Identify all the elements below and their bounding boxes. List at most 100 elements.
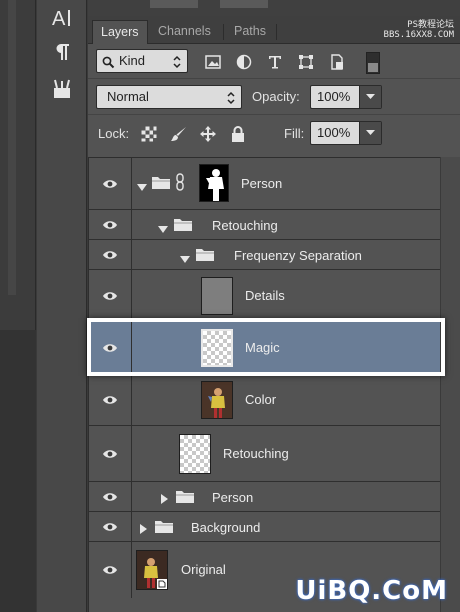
dock-strip [8, 0, 16, 295]
divider [88, 114, 460, 115]
layer-name[interactable]: Original [181, 562, 226, 578]
opacity-field[interactable]: 100% [310, 85, 382, 109]
fill-label: Fill: [284, 126, 305, 141]
lock-pixels-icon[interactable] [170, 125, 188, 143]
opacity-dropdown-button[interactable] [359, 86, 381, 108]
watermark-top-line1: PS教程论坛 [407, 20, 454, 30]
pixel-filter-icon[interactable] [204, 53, 222, 71]
visibility-eye-icon[interactable] [89, 270, 132, 321]
layer-row-magic[interactable]: Magic [89, 322, 440, 374]
type-tool-icon[interactable]: A [48, 4, 76, 32]
visibility-eye-icon[interactable] [89, 374, 132, 425]
layer-name[interactable]: Person [241, 176, 282, 192]
tab-channels[interactable]: Channels [150, 20, 219, 44]
watermark-bottom: UiBQ.CoM [295, 576, 448, 606]
layers-panel: Layers Channels Paths PS教程论坛 BBS.16XX8.C… [88, 0, 460, 612]
layer-name[interactable]: Retouching [212, 218, 278, 234]
kind-filter-select[interactable]: Kind [96, 49, 188, 73]
layer-row-person-group[interactable]: Person [89, 158, 440, 210]
visibility-eye-icon[interactable] [89, 158, 132, 209]
left-dock [0, 0, 36, 612]
expand-triangle-icon[interactable] [137, 179, 147, 197]
collapsed-panel-b[interactable] [220, 0, 268, 8]
watermark-top-line2: BBS.16XX8.COM [383, 30, 454, 40]
tool-strip: A [37, 0, 87, 612]
divider [88, 78, 460, 79]
layers-list: Person Retouching Frequenzy Separation D… [88, 157, 440, 612]
expand-triangle-icon[interactable] [180, 251, 190, 269]
visibility-eye-icon[interactable] [89, 322, 132, 373]
layer-row-background-group[interactable]: Background [89, 512, 440, 542]
search-icon [102, 54, 115, 76]
layer-name[interactable]: Retouching [223, 446, 289, 462]
kind-filter-label: Kind [119, 53, 146, 68]
fill-field[interactable]: 100% [310, 121, 382, 145]
layer-row-color[interactable]: Color [89, 374, 440, 426]
mask-link-chain-icon[interactable] [175, 173, 185, 196]
layer-row-retouching-group[interactable]: Retouching [89, 210, 440, 240]
folder-icon [154, 519, 174, 539]
layer-row-frequenzy-separation[interactable]: Frequenzy Separation [89, 240, 440, 270]
collapse-triangle-icon[interactable] [161, 491, 169, 509]
folder-icon [173, 217, 193, 237]
visibility-eye-icon[interactable] [89, 512, 132, 541]
layers-scrollbar[interactable] [440, 157, 460, 612]
shape-filter-icon[interactable] [297, 53, 315, 71]
panel-tab-bar: Layers Channels Paths PS教程论坛 BBS.16XX8.C… [88, 16, 460, 44]
tab-layers[interactable]: Layers [92, 20, 148, 44]
magic-thumbnail[interactable] [201, 329, 233, 367]
dock-lower [0, 330, 36, 612]
layer-name[interactable]: Person [212, 490, 253, 506]
filter-toggle-switch[interactable] [366, 52, 380, 74]
retouching-thumbnail[interactable] [179, 434, 211, 474]
visibility-eye-icon[interactable] [89, 240, 132, 269]
folder-icon [151, 175, 171, 195]
panel-top-bar [88, 0, 460, 16]
opacity-value: 100% [317, 89, 351, 104]
layer-name[interactable]: Magic [245, 340, 280, 356]
chevron-updown-icon [173, 54, 181, 76]
filter-row: Kind [88, 45, 460, 77]
fill-value: 100% [317, 125, 351, 140]
original-thumbnail[interactable] [136, 550, 168, 590]
filter-toggle-knob [368, 63, 378, 72]
visibility-eye-icon[interactable] [89, 426, 132, 481]
layer-row-person-subgroup[interactable]: Person [89, 482, 440, 512]
blend-mode-select[interactable]: Normal [96, 85, 242, 109]
blend-row: Normal Opacity: 100% [88, 81, 460, 113]
visibility-eye-icon[interactable] [89, 210, 132, 239]
folder-icon [175, 489, 195, 509]
color-thumbnail[interactable] [201, 381, 233, 419]
layer-name[interactable]: Color [245, 392, 276, 408]
tool-presets-icon[interactable] [48, 76, 76, 104]
layer-name[interactable]: Background [191, 520, 260, 536]
collapse-triangle-icon[interactable] [140, 521, 148, 539]
watermark-top: PS教程论坛 BBS.16XX8.COM [384, 20, 454, 40]
svg-text:A: A [52, 8, 66, 30]
visibility-eye-icon[interactable] [89, 542, 132, 598]
layer-row-retouching[interactable]: Retouching [89, 426, 440, 482]
person-mask-thumbnail[interactable] [199, 164, 229, 202]
lock-all-icon[interactable] [229, 125, 247, 143]
visibility-eye-icon[interactable] [89, 482, 132, 511]
paragraph-icon[interactable] [48, 38, 76, 66]
chevron-updown-icon [227, 90, 235, 112]
details-thumbnail[interactable] [201, 277, 233, 315]
expand-triangle-icon[interactable] [158, 221, 168, 239]
smart-object-filter-icon[interactable] [328, 53, 346, 71]
tab-separator [276, 24, 277, 40]
layer-name[interactable]: Frequenzy Separation [234, 248, 362, 264]
folder-icon [195, 247, 215, 267]
layer-row-details[interactable]: Details [89, 270, 440, 322]
lock-transparent-icon[interactable] [140, 125, 158, 143]
collapsed-panel-a[interactable] [150, 0, 198, 8]
blend-mode-value: Normal [107, 89, 149, 104]
fill-dropdown-button[interactable] [359, 122, 381, 144]
layer-name[interactable]: Details [245, 288, 285, 304]
tab-paths[interactable]: Paths [226, 20, 274, 44]
opacity-label: Opacity: [252, 89, 300, 104]
lock-position-icon[interactable] [199, 125, 217, 143]
type-filter-icon[interactable] [266, 53, 284, 71]
adjustment-filter-icon[interactable] [235, 53, 253, 71]
tab-separator [223, 24, 224, 40]
